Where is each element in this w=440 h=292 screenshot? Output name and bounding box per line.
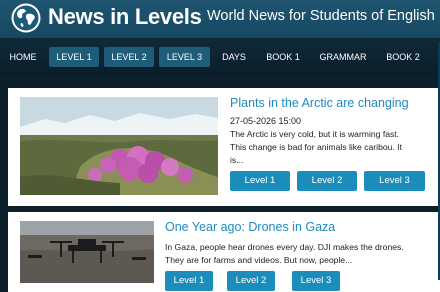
article-excerpt: In Gaza, people hear drones every day. D…	[165, 241, 437, 267]
globe-logo-icon[interactable]	[10, 2, 42, 34]
nav-level-1[interactable]: LEVEL 1	[49, 47, 99, 67]
level-2-button[interactable]: Level 2	[297, 171, 357, 191]
excerpt-line: is...	[230, 155, 244, 165]
level-3-button[interactable]: Level 3	[364, 171, 425, 191]
article-title[interactable]: Plants in the Arctic are changing	[230, 96, 409, 110]
level-1-button[interactable]: Level 1	[230, 171, 290, 191]
article-list: Plants in the Arctic are changing 27-05-…	[0, 76, 440, 292]
level-2-button[interactable]: Level 2	[227, 271, 275, 291]
article-excerpt: The Arctic is very cold, but it is warmi…	[230, 128, 436, 167]
excerpt-line: In Gaza, people hear drones every day. D…	[165, 242, 404, 252]
level-3-button[interactable]: Level 3	[292, 271, 340, 291]
article-card: One Year ago: Drones in Gaza In Gaza, pe…	[8, 212, 440, 292]
article-title[interactable]: One Year ago: Drones in Gaza	[165, 220, 335, 234]
nav-days[interactable]: DAYS	[218, 47, 250, 67]
excerpt-line: This change is bad for animals like cari…	[230, 142, 402, 152]
site-header: News in Levels World News for Students o…	[0, 0, 440, 38]
nav-book-2[interactable]: BOOK 2	[382, 47, 424, 67]
excerpt-line: They are for farms and videos. But now, …	[165, 255, 353, 265]
site-tagline: World News for Students of English	[207, 8, 435, 24]
excerpt-line: The Arctic is very cold, but it is warmi…	[230, 129, 400, 139]
article-date: 27-05-2026 15:00	[230, 116, 302, 126]
arctic-plants-image[interactable]	[20, 97, 218, 195]
nav-level-2[interactable]: LEVEL 2	[104, 47, 154, 67]
nav-book-1[interactable]: BOOK 1	[262, 47, 304, 67]
main-nav: HOME LEVEL 1 LEVEL 2 LEVEL 3 DAYS BOOK 1…	[0, 38, 440, 76]
nav-home[interactable]: HOME	[6, 47, 40, 67]
drones-image[interactable]	[20, 221, 154, 283]
nav-grammar[interactable]: GRAMMAR	[316, 47, 370, 67]
nav-level-3[interactable]: LEVEL 3	[159, 47, 210, 67]
article-card: Plants in the Arctic are changing 27-05-…	[8, 88, 440, 206]
site-logo-text[interactable]: News in Levels	[48, 2, 202, 32]
level-1-button[interactable]: Level 1	[165, 271, 213, 291]
